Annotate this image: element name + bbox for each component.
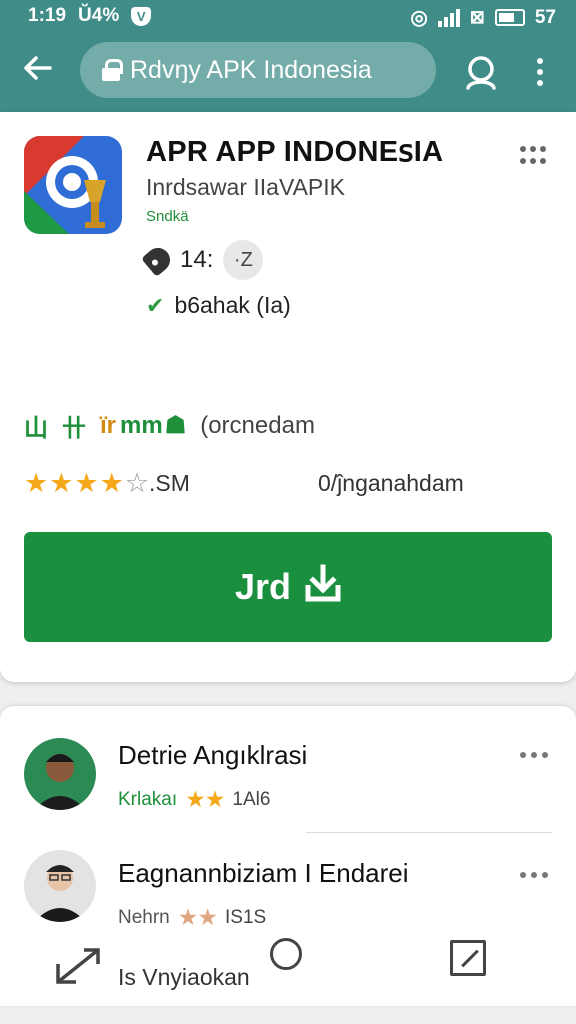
review-meta: Krlakaı ★★ 1Al6 <box>118 786 270 813</box>
top-app-bar: 1:19 Ŭ4% V ◎ ⊠ 57 Rdvŋy APK Indonesia <box>0 0 576 112</box>
grid-dots-icon[interactable] <box>520 146 550 166</box>
wifi-icon: ◎ <box>410 7 428 29</box>
signal-icon <box>437 8 460 27</box>
status-left: 1:19 Ŭ4% V <box>28 5 152 27</box>
review-user: Nehrn <box>118 906 170 928</box>
z-chip[interactable]: ·Z <box>223 240 264 280</box>
review-meta: Nehrn ★★ IS1S <box>118 904 266 931</box>
verified-row: ✔ b6ahak (Ia) <box>146 292 291 319</box>
badge-glyph-4: mm <box>120 411 163 439</box>
app-title: APR APP INDONEꜱIA <box>146 136 444 168</box>
install-label: Jrd <box>234 566 292 607</box>
review-user: Krlakaı <box>118 788 178 810</box>
rating-star-empty-icon: ☆ <box>124 468 150 498</box>
share-icon[interactable] <box>54 944 102 984</box>
rating-value: .SM <box>149 470 190 496</box>
badge-flag-icon: ☗ <box>164 412 187 439</box>
check-icon: ✔ <box>146 292 165 318</box>
overflow-menu-icon[interactable] <box>528 54 552 90</box>
badge-glyph-3: ïr <box>100 411 117 439</box>
review-stars-icon: ★★ <box>177 904 218 930</box>
app-category: Sndkä <box>146 208 189 225</box>
status-time: 1:19 <box>28 5 67 26</box>
app-tag-row: 14: ·Z <box>141 240 264 280</box>
badge-glyph-2: 卄 <box>62 415 86 442</box>
badges-row: 山 卄 ïr mm ☗ (orcnedam <box>24 408 315 443</box>
shield-icon: V <box>131 6 152 26</box>
battery-level: 57 <box>534 6 556 28</box>
rating-row: ★★★★ ☆ .SM <box>24 468 190 499</box>
status-right: ◎ ⊠ 57 <box>410 5 556 30</box>
nfc-icon: ⊠ <box>469 7 485 27</box>
app-icon <box>24 136 122 234</box>
status-battery-text: Ŭ4% <box>78 5 120 26</box>
download-icon <box>305 563 341 612</box>
review-count: 1Al6 <box>232 788 271 810</box>
battery-icon <box>494 9 525 26</box>
share-label[interactable]: Is Vnyiaokan <box>118 964 250 991</box>
circle-icon[interactable] <box>270 938 302 970</box>
edit-icon[interactable] <box>450 940 486 976</box>
status-bar: 1:19 Ŭ4% V ◎ ⊠ 57 <box>0 0 576 32</box>
review-author: Detrie Angıklrasi <box>118 740 308 770</box>
downloads-text: 0/ĵnganahdam <box>318 470 464 496</box>
verified-text: b6ahak (Ia) <box>174 292 291 318</box>
lock-icon <box>102 59 123 81</box>
install-button[interactable]: Jrd <box>24 532 552 642</box>
review-item[interactable]: Detrie Angıklrasi Krlakaı ★★ 1Al6 <box>0 734 576 834</box>
badge-glyph-1: 山 <box>24 415 48 442</box>
review-more-icon[interactable] <box>520 872 548 878</box>
badge-text: (orcnedam <box>200 411 315 439</box>
tag-text: 14: <box>180 246 214 273</box>
back-arrow-icon[interactable] <box>20 50 56 86</box>
avatar[interactable] <box>24 738 96 810</box>
tag-icon <box>141 243 175 277</box>
review-stars-icon: ★★ <box>185 786 225 812</box>
url-text: Rdvŋy APK Indonesia <box>130 55 372 84</box>
search-icon[interactable] <box>460 52 502 94</box>
avatar[interactable] <box>24 850 96 922</box>
app-card: APR APP INDONEꜱIA Inrdsawar IIaVAPIK Snd… <box>0 112 576 682</box>
app-developer[interactable]: Inrdsawar IIaVAPIK <box>146 174 345 201</box>
review-count: IS1S <box>225 906 267 928</box>
review-more-icon[interactable] <box>520 752 548 758</box>
rating-stars-icon: ★★★★ <box>24 468 125 498</box>
divider <box>306 832 552 833</box>
url-bar[interactable]: Rdvŋy APK Indonesia <box>80 42 436 98</box>
review-author: Eagnannbiziam I Endarei <box>118 858 409 888</box>
bottom-action-bar: Is Vnyiaokan <box>0 930 576 1010</box>
